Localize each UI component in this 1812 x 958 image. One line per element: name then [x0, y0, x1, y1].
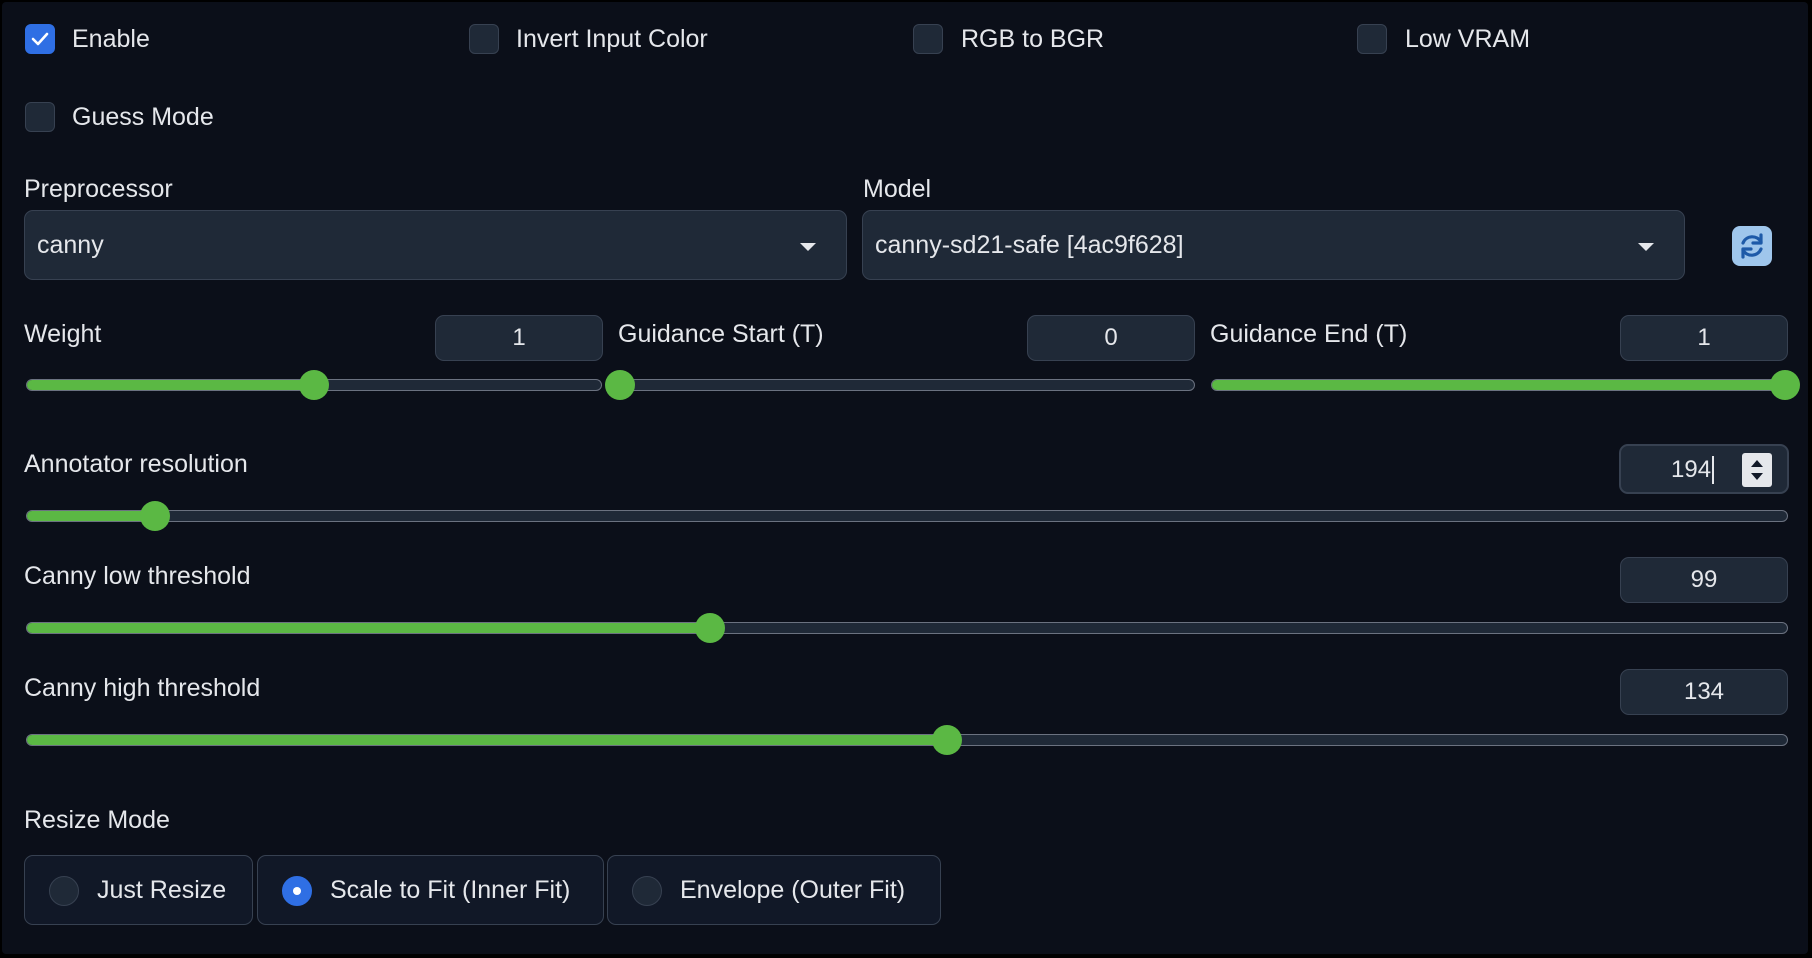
model-dropdown[interactable]: canny-sd21-safe [4ac9f628] — [862, 210, 1685, 280]
guidance-end-slider-fill — [1212, 380, 1785, 390]
preprocessor-value: canny — [37, 231, 104, 259]
enable-label: Enable — [72, 25, 150, 53]
guidance-start-slider[interactable] — [605, 370, 1195, 400]
chevron-down-icon — [1638, 243, 1654, 251]
rgb-to-bgr-label: RGB to BGR — [961, 25, 1105, 53]
rgb-to-bgr-checkbox[interactable] — [913, 24, 943, 54]
annotator-resolution-label: Annotator resolution — [24, 450, 248, 478]
low-vram-label: Low VRAM — [1405, 25, 1531, 53]
guidance-start-label: Guidance Start (T) — [618, 320, 824, 348]
annotator-resolution-slider-thumb[interactable] — [140, 501, 171, 531]
radio-scale-to-fit[interactable]: Scale to Fit (Inner Fit) — [257, 855, 604, 925]
radio-label: Envelope (Outer Fit) — [680, 876, 906, 904]
guidance-end-slider[interactable] — [1211, 370, 1800, 400]
refresh-models-button[interactable] — [1732, 226, 1772, 266]
controlnet-panel: Enable Invert Input Color RGB to BGR Low… — [2, 2, 1808, 954]
weight-label: Weight — [24, 320, 102, 348]
model-label: Model — [863, 175, 932, 203]
radio-just-resize[interactable]: Just Resize — [24, 855, 253, 925]
low-vram-checkbox[interactable] — [1357, 24, 1387, 54]
guidance-start-input[interactable]: 0 — [1027, 315, 1195, 361]
chevron-down-icon — [800, 243, 816, 251]
annotator-resolution-slider-fill — [27, 511, 156, 521]
text-cursor — [1712, 456, 1714, 484]
radio-indicator — [632, 876, 662, 906]
enable-checkbox[interactable] — [25, 24, 55, 54]
radio-label: Scale to Fit (Inner Fit) — [330, 876, 571, 904]
weight-input[interactable]: 1 — [435, 315, 603, 361]
canny-high-threshold-label: Canny high threshold — [24, 674, 261, 702]
radio-envelope[interactable]: Envelope (Outer Fit) — [607, 855, 941, 925]
check-icon — [31, 32, 49, 46]
canny-low-threshold-slider[interactable] — [26, 613, 1788, 643]
canny-high-threshold-slider-thumb[interactable] — [932, 725, 963, 755]
canny-low-threshold-label: Canny low threshold — [24, 562, 251, 590]
invert-input-color-checkbox[interactable] — [469, 24, 499, 54]
guess-mode-checkbox[interactable] — [25, 102, 55, 132]
canny-low-threshold-slider-fill — [27, 623, 710, 633]
radio-label: Just Resize — [97, 876, 227, 904]
radio-indicator — [282, 876, 312, 906]
radio-indicator — [49, 876, 79, 906]
annotator-resolution-slider[interactable] — [26, 501, 1788, 531]
guidance-end-label: Guidance End (T) — [1210, 320, 1408, 348]
resize-mode-label: Resize Mode — [24, 806, 170, 834]
refresh-icon — [1741, 233, 1763, 259]
guidance-start-slider-thumb[interactable] — [605, 370, 635, 400]
guidance-end-slider-thumb[interactable] — [1770, 370, 1800, 400]
canny-high-threshold-input[interactable]: 134 — [1620, 669, 1788, 715]
weight-slider-fill — [27, 380, 314, 390]
preprocessor-label: Preprocessor — [24, 175, 173, 203]
guess-mode-label: Guess Mode — [72, 103, 214, 131]
canny-high-threshold-slider-fill — [27, 735, 948, 745]
annotator-resolution-value: 194 — [1671, 456, 1712, 483]
guidance-end-input[interactable]: 1 — [1620, 315, 1788, 361]
number-stepper[interactable] — [1742, 453, 1772, 487]
weight-slider-thumb[interactable] — [299, 370, 329, 400]
weight-slider[interactable] — [26, 370, 602, 400]
annotator-resolution-input[interactable]: 194 — [1619, 444, 1789, 494]
invert-input-color-label: Invert Input Color — [516, 25, 708, 53]
preprocessor-dropdown[interactable]: canny — [24, 210, 847, 280]
canny-high-threshold-slider[interactable] — [26, 725, 1788, 755]
canny-low-threshold-input[interactable]: 99 — [1620, 557, 1788, 603]
canny-low-threshold-slider-thumb[interactable] — [694, 613, 725, 643]
stepper-arrows-icon — [1751, 460, 1763, 480]
model-value: canny-sd21-safe [4ac9f628] — [875, 231, 1184, 259]
